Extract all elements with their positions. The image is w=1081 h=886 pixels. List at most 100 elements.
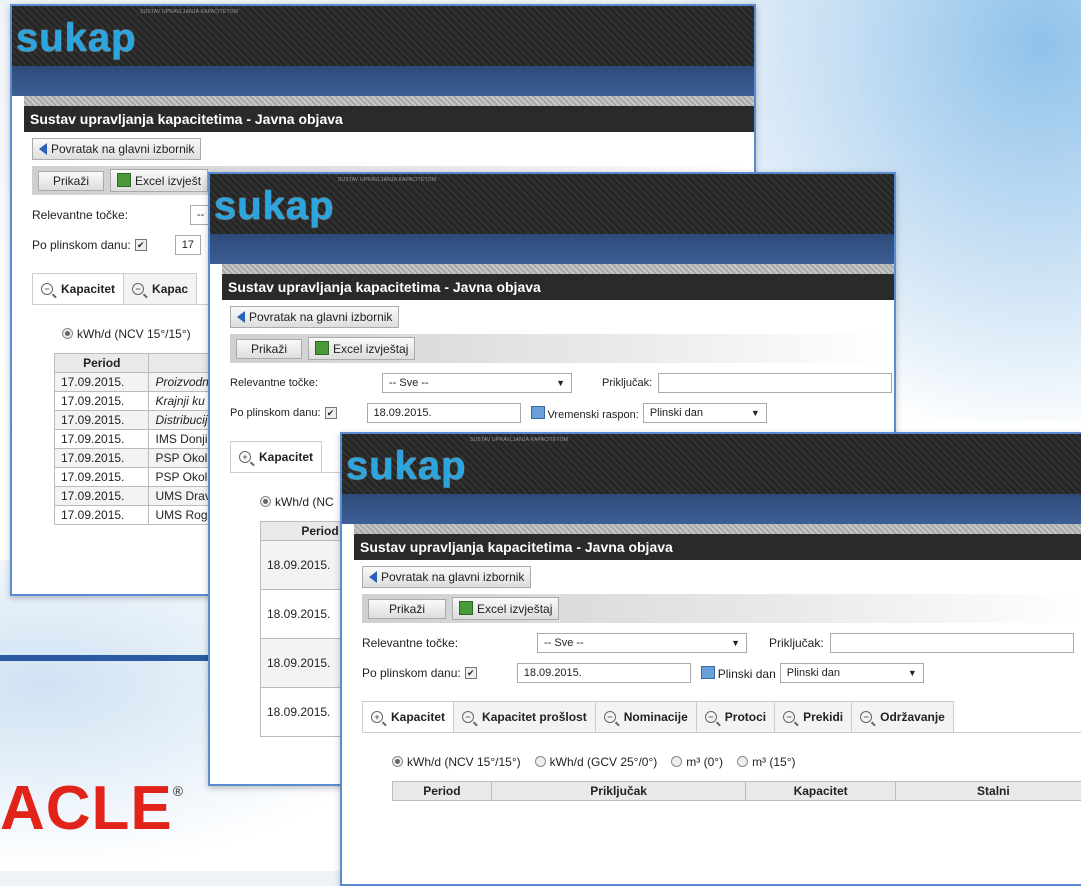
tagline: SUSTAV UPRAVLJANJA KAPACITETOM: [338, 177, 437, 183]
excel-button[interactable]: Excel izvješt: [110, 169, 209, 192]
unit-radio-ncv[interactable]: kWh/d (NCV 15°/15°): [392, 755, 521, 769]
pattern-strip: [24, 96, 754, 106]
radio-icon: [62, 328, 73, 339]
show-button[interactable]: Prikaži: [38, 170, 105, 191]
zoom-out-icon: −: [132, 283, 145, 295]
zoom-in-icon: +: [371, 711, 383, 723]
connection-label: Priključak:: [602, 377, 653, 389]
points-label: Relevantne točke:: [32, 208, 129, 222]
range-select[interactable]: Plinski dan ▼: [779, 663, 924, 683]
calendar-icon: [700, 665, 715, 679]
table-row: 17.09.2015. UMS Drav: [53, 486, 234, 506]
unit-radio-ncv[interactable]: kWh/d (NCV 15°/15°): [62, 327, 191, 341]
excel-button[interactable]: Excel izvještaj: [308, 337, 416, 360]
sukap-logo: sukap: [214, 184, 335, 228]
back-arrow-icon: [369, 571, 377, 583]
tab-flows[interactable]: − Protoci: [695, 701, 776, 732]
radio-icon: [737, 756, 749, 767]
nav-bar: [210, 234, 894, 264]
sukap-logo: sukap: [346, 444, 467, 488]
range-label: Plinski dan: [700, 665, 776, 681]
tagline: SUSTAV UPRAVLJANJA KAPACITETOM: [140, 9, 239, 15]
gasday-label: Po plinskom danu:: [32, 238, 131, 252]
connection-input[interactable]: [658, 373, 893, 393]
range-select[interactable]: Plinski dan ▼: [642, 403, 767, 423]
back-button[interactable]: Povratak na glavni izbornik: [32, 138, 202, 160]
back-arrow-icon: [237, 311, 245, 323]
toolbar: Prikaži Excel izvještaj: [362, 594, 1081, 623]
excel-button[interactable]: Excel izvještaj: [452, 597, 560, 620]
unit-radio-m3-0[interactable]: m³ (0°): [671, 755, 723, 769]
page-title: Sustav upravljanja kapacitetima - Javna …: [222, 274, 894, 300]
zoom-in-icon: +: [239, 451, 251, 463]
zoom-out-icon: −: [704, 711, 717, 723]
back-button[interactable]: Povratak na glavni izbornik: [362, 566, 532, 588]
excel-icon: [459, 601, 474, 615]
chevron-down-icon: ▼: [556, 378, 565, 388]
table-header-connection: Priključak: [490, 781, 747, 801]
nav-bar: [12, 66, 754, 96]
oracle-logo: ACLE®: [0, 774, 185, 843]
tab-capacity-past[interactable]: − Kapacitet prošlost: [453, 701, 596, 732]
zoom-out-icon: −: [462, 711, 475, 723]
calendar-icon: [530, 405, 545, 419]
date-input[interactable]: 18.09.2015.: [366, 403, 521, 423]
chevron-down-icon: ▼: [907, 668, 917, 678]
radio-icon: [671, 756, 683, 767]
table-row: 17.09.2015. Proizvodn: [53, 372, 234, 392]
tab-capacity[interactable]: − Kapacitet: [32, 273, 125, 304]
pattern-strip: [222, 264, 894, 274]
pattern-strip: [354, 524, 1081, 534]
points-label: Relevantne točke:: [362, 636, 459, 650]
unit-radio-ncv[interactable]: kWh/d (NC: [260, 495, 334, 509]
page-title: Sustav upravljanja kapacitetima - Javna …: [354, 534, 1081, 560]
table-row: 17.09.2015. PSP Okol: [53, 448, 234, 468]
tagline: SUSTAV UPRAVLJANJA KAPACITETOM: [470, 437, 569, 443]
excel-icon: [315, 341, 330, 355]
header: sukap SUSTAV UPRAVLJANJA KAPACITETOM: [210, 174, 894, 234]
background-stripe: [0, 655, 240, 661]
table-row: 17.09.2015. Distribucij: [53, 410, 234, 430]
table-row: 17.09.2015. PSP Okol: [53, 467, 234, 487]
radio-icon: [392, 756, 403, 767]
zoom-out-icon: −: [603, 711, 616, 723]
tab-maintenance[interactable]: − Održavanje: [851, 701, 954, 732]
sukap-logo: sukap: [16, 16, 137, 60]
gasday-label: Po plinskom danu:: [362, 666, 461, 680]
radio-icon: [534, 756, 546, 767]
tab-capacity-past[interactable]: − Kapac: [123, 273, 198, 304]
date-input[interactable]: 18.09.2015.: [516, 663, 691, 683]
window-front: sukap SUSTAV UPRAVLJANJA KAPACITETOM Sus…: [340, 432, 1081, 886]
points-select[interactable]: -- Sve -- ▼: [382, 373, 572, 393]
show-button[interactable]: Prikaži: [236, 338, 303, 359]
data-table: Period 17.09.2015. Proizvodn 17.09.2015. K…: [53, 353, 234, 525]
unit-radio-gcv[interactable]: kWh/d (GCV 25°/0°): [534, 755, 657, 769]
back-button[interactable]: Povratak na glavni izbornik: [230, 306, 400, 328]
toolbar: Prikaži Excel izvještaj: [230, 334, 886, 363]
table-row: 17.09.2015. UMS Rog: [53, 505, 234, 525]
tab-interruptions[interactable]: − Prekidi: [774, 701, 853, 732]
chevron-down-icon: ▼: [731, 638, 740, 648]
gasday-checkbox[interactable]: ✔: [324, 407, 337, 419]
page-title: Sustav upravljanja kapacitetima - Javna …: [24, 106, 754, 132]
excel-icon: [117, 173, 132, 187]
zoom-out-icon: −: [783, 711, 796, 723]
date-input[interactable]: 17: [174, 235, 201, 255]
back-arrow-icon: [39, 143, 47, 155]
table-row: 17.09.2015. Krajnji ku: [53, 391, 234, 411]
table-header-firm: Stalni: [894, 781, 1081, 801]
header: sukap SUSTAV UPRAVLJANJA KAPACITETOM: [342, 434, 1081, 494]
gasday-checkbox[interactable]: ✔: [134, 239, 147, 251]
tab-capacity[interactable]: + Kapacitet: [362, 701, 455, 732]
unit-radio-m3-15[interactable]: m³ (15°): [737, 755, 796, 769]
data-table: Period Priključak Kapacitet Stalni: [392, 781, 1081, 801]
show-button[interactable]: Prikaži: [368, 598, 447, 619]
tab-nominations[interactable]: − Nominacije: [594, 701, 697, 732]
tab-capacity[interactable]: + Kapacitet: [230, 441, 323, 472]
nav-bar: [342, 494, 1081, 524]
points-select[interactable]: -- Sve -- ▼: [537, 633, 747, 653]
gasday-checkbox[interactable]: ✔: [464, 667, 477, 679]
connection-label: Priključak:: [769, 636, 824, 650]
connection-input[interactable]: [829, 633, 1074, 653]
zoom-out-icon: −: [860, 711, 873, 723]
